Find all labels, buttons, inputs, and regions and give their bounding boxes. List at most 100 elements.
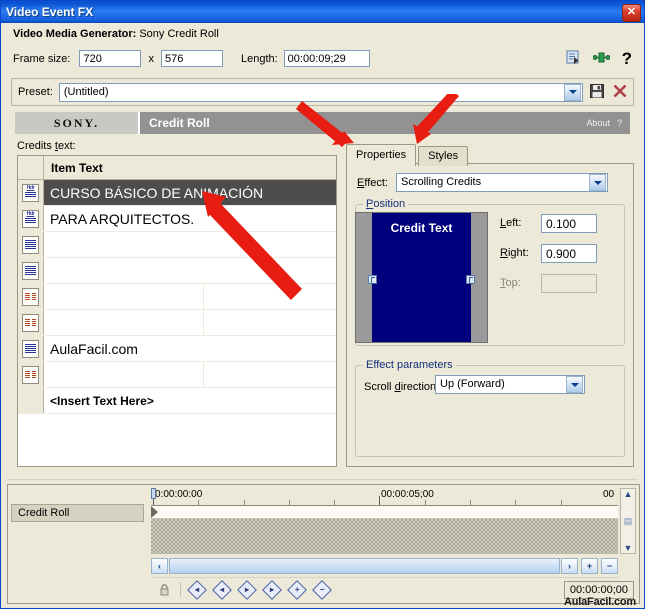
keyframe-lane[interactable] <box>151 506 618 519</box>
about-link[interactable]: About <box>586 118 610 128</box>
plugin-chain-icon[interactable] <box>566 50 581 68</box>
panel-divider <box>7 479 638 480</box>
chevron-down-icon[interactable] <box>589 174 606 191</box>
frame-width-input[interactable]: 720 <box>79 50 142 67</box>
scroll-direction-label: Scroll direction: <box>364 381 440 393</box>
single-column-row-icon[interactable] <box>22 261 39 280</box>
left-margin-handle[interactable] <box>368 275 377 284</box>
row-type-gutter[interactable] <box>18 362 44 387</box>
row-type-gutter[interactable] <box>18 388 44 413</box>
properties-tabstrip: Properties Styles <box>346 144 470 166</box>
first-keyframe-button[interactable]: ◂ <box>186 579 207 600</box>
playhead-marker[interactable] <box>151 488 156 499</box>
length-input[interactable]: 00:00:09;29 <box>283 50 370 67</box>
horizontal-scroll-thumb[interactable] <box>169 557 560 574</box>
header-row-icon[interactable]: Hdr <box>22 209 39 228</box>
dual-column-row-icon[interactable] <box>22 287 39 306</box>
preset-bar: Preset: (Untitled) <box>11 78 634 106</box>
left-field-label: Left: <box>500 217 522 229</box>
table-row[interactable]: Hdr PARA ARQUITECTOS. <box>18 206 336 232</box>
row-type-gutter[interactable]: Hdr <box>18 206 44 231</box>
row-text-cell[interactable]: <Insert Text Here> <box>44 388 336 413</box>
right-field-label: Right: <box>500 247 529 259</box>
delete-preset-button[interactable] <box>613 84 627 101</box>
next-keyframe-button[interactable]: ▸ <box>236 579 257 600</box>
header-row-icon[interactable]: Hdr <box>22 183 39 202</box>
row-text-cell-second[interactable] <box>204 362 336 387</box>
zoom-out-button[interactable]: − <box>601 557 618 574</box>
banner-right: About ? <box>586 112 630 134</box>
row-type-gutter[interactable] <box>18 336 44 361</box>
scroll-up-icon[interactable]: ▲ <box>624 489 633 499</box>
banner-help-icon[interactable]: ? <box>617 118 622 128</box>
credits-text-label: Credits text: <box>17 140 76 152</box>
table-row[interactable] <box>18 232 336 258</box>
right-margin-handle[interactable] <box>466 275 475 284</box>
previous-keyframe-button[interactable]: ◂ <box>211 579 232 600</box>
chevron-down-icon[interactable] <box>564 83 581 101</box>
zoom-in-button[interactable]: + <box>581 557 598 574</box>
track-label-credit-roll[interactable]: Credit Roll <box>11 504 144 522</box>
scroll-down-icon[interactable]: ▼ <box>624 543 633 553</box>
timeline-ruler[interactable]: 0:00:00:00 00:00:05;00 00 <box>151 488 618 506</box>
sony-logo-text: SONY. <box>53 115 100 130</box>
add-keyframe-button[interactable]: + <box>286 579 307 600</box>
position-group-label: Position <box>363 198 409 210</box>
row-text-cell[interactable]: CURSO BÁSICO DE ANIMACIÓN <box>44 180 336 205</box>
table-row[interactable] <box>18 310 336 336</box>
close-icon[interactable]: ✕ <box>622 4 641 22</box>
timeline-cursor[interactable] <box>151 506 158 518</box>
vertical-scroll-thumb[interactable]: ▤ <box>624 516 633 526</box>
effect-combobox[interactable]: Scrolling Credits <box>396 173 608 192</box>
row-text-cell[interactable] <box>44 310 204 335</box>
single-column-row-icon[interactable] <box>22 235 39 254</box>
table-row[interactable] <box>18 362 336 388</box>
frame-height-input[interactable]: 576 <box>160 50 223 67</box>
preset-value: (Untitled) <box>63 85 109 98</box>
row-type-gutter[interactable] <box>18 310 44 335</box>
help-icon[interactable]: ? <box>622 49 632 69</box>
row-type-gutter[interactable] <box>18 284 44 309</box>
table-row[interactable] <box>18 258 336 284</box>
last-keyframe-button[interactable]: ▸ <box>261 579 282 600</box>
scroll-right-button[interactable]: › <box>561 557 578 574</box>
keyframe-track-area[interactable] <box>151 506 618 554</box>
tab-styles[interactable]: Styles <box>418 146 469 166</box>
save-preset-button[interactable] <box>590 83 604 101</box>
lock-keyframes-icon[interactable] <box>155 581 174 598</box>
row-text-cell[interactable] <box>44 258 336 283</box>
row-text-cell[interactable]: PARA ARQUITECTOS. <box>44 206 336 231</box>
credits-list[interactable]: Item Text Hdr CURSO BÁSICO DE ANIMACIÓN Hd… <box>17 155 337 467</box>
position-preview[interactable]: Credit Text <box>355 212 488 343</box>
single-column-row-icon[interactable] <box>22 339 39 358</box>
table-row[interactable] <box>18 284 336 310</box>
right-input[interactable]: 0.900 <box>541 244 597 263</box>
ruler-label: 00 <box>603 489 615 500</box>
table-row[interactable]: <Insert Text Here> <box>18 388 336 414</box>
chevron-down-icon[interactable] <box>566 376 583 393</box>
preset-combobox[interactable]: (Untitled) <box>58 82 583 102</box>
row-type-gutter[interactable] <box>18 232 44 257</box>
row-type-gutter[interactable]: Hdr <box>18 180 44 205</box>
row-text-cell-second[interactable] <box>204 310 336 335</box>
row-text-cell[interactable] <box>44 362 204 387</box>
animate-icon[interactable] <box>592 51 611 67</box>
table-row[interactable]: AulaFacil.com <box>18 336 336 362</box>
dual-column-row-icon[interactable] <box>22 313 39 332</box>
ruler-minor-tick <box>198 500 199 505</box>
scroll-left-button[interactable]: ‹ <box>151 557 168 574</box>
timeline-vertical-scrollbar[interactable]: ▲ ▤ ▼ <box>620 488 636 554</box>
row-text-cell[interactable]: AulaFacil.com <box>44 336 336 361</box>
credits-list-body: Hdr CURSO BÁSICO DE ANIMACIÓN Hdr PARA ARQU… <box>18 180 336 414</box>
left-input[interactable]: 0.100 <box>541 214 597 233</box>
scroll-direction-combobox[interactable]: Up (Forward) <box>435 375 585 394</box>
tab-properties[interactable]: Properties <box>346 144 417 166</box>
dual-column-row-icon[interactable] <box>22 365 39 384</box>
row-text-cell-second[interactable] <box>204 284 336 309</box>
row-text-cell[interactable] <box>44 284 204 309</box>
remove-keyframe-button[interactable]: − <box>311 579 332 600</box>
row-type-gutter[interactable] <box>18 258 44 283</box>
timeline-horizontal-scrollbar[interactable]: ‹ › + − <box>151 557 618 574</box>
row-text-cell[interactable] <box>44 232 336 257</box>
table-row[interactable]: Hdr CURSO BÁSICO DE ANIMACIÓN <box>18 180 336 206</box>
